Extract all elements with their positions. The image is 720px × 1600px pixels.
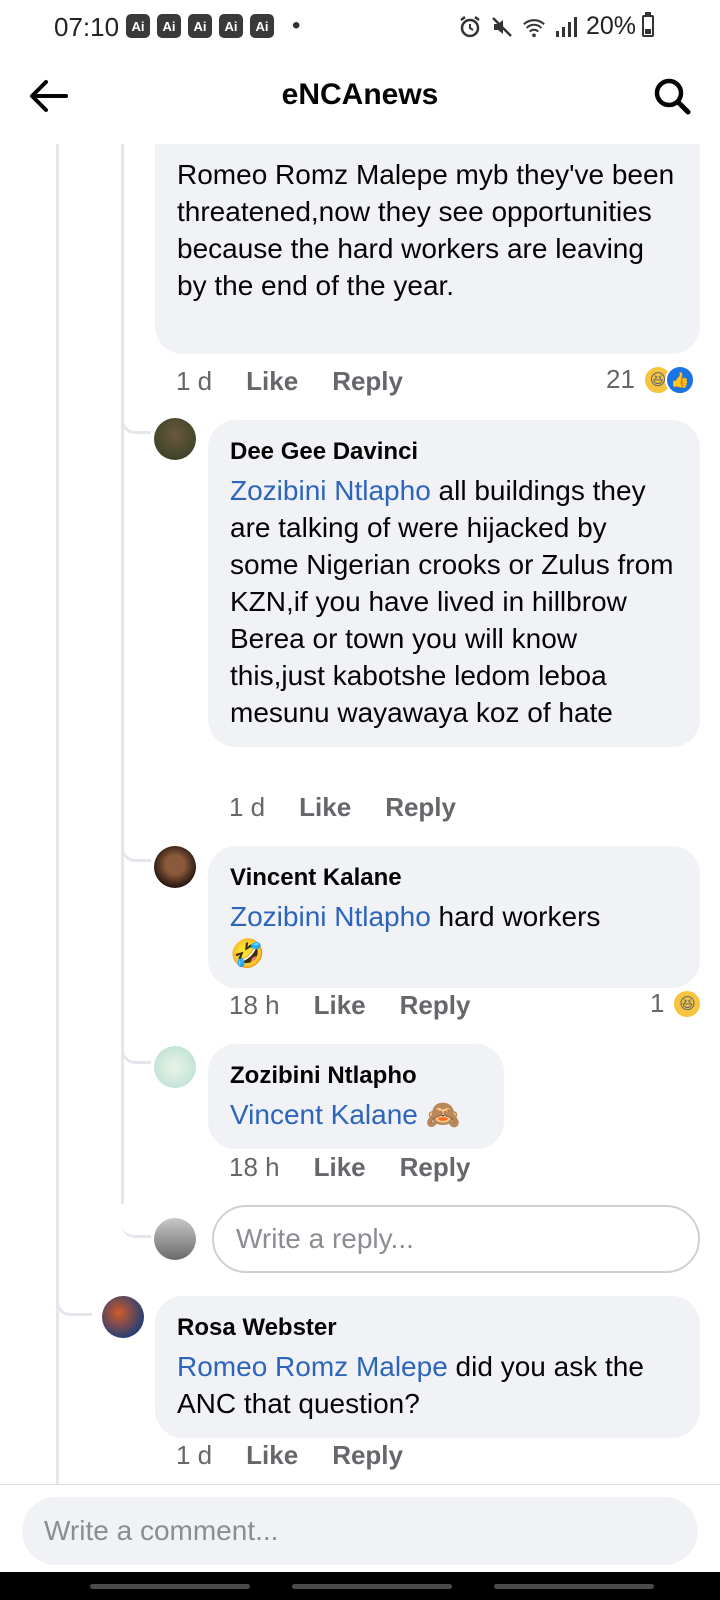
battery-percent: 20% (585, 12, 636, 40)
reaction-summary[interactable]: 21 😆 👍 (606, 364, 695, 395)
comment-time: 18 h (229, 990, 280, 1020)
rofl-emoji: 🤣 (230, 938, 265, 969)
alarm-icon (458, 15, 482, 39)
reply-button[interactable]: Reply (332, 366, 403, 397)
battery-icon (642, 15, 654, 37)
comment-text: Zozibini Ntlapho all buildings they are … (230, 472, 678, 731)
app-header: eNCAnews (0, 56, 720, 144)
like-button[interactable]: Like (314, 1152, 366, 1183)
mention-link[interactable]: Romeo Romz Malepe (177, 1351, 448, 1382)
thread-connector (121, 836, 151, 862)
mention-link[interactable]: Zozibini Ntlapho (230, 901, 431, 932)
comment-bubble[interactable]: Dee Gee Davinci Zozibini Ntlapho all bui… (208, 420, 700, 747)
page-title: eNCAnews (281, 78, 439, 111)
thread-line-outer (56, 144, 59, 1484)
avatar[interactable] (154, 846, 196, 888)
avatar[interactable] (154, 418, 196, 460)
ai-badge: Ai (250, 14, 274, 38)
nav-home[interactable] (292, 1584, 452, 1589)
signal-icon (554, 15, 578, 39)
like-button[interactable]: Like (299, 792, 351, 823)
comment-body: hard workers (430, 901, 601, 932)
search-button[interactable] (650, 74, 694, 118)
status-icons: 20% (458, 12, 658, 41)
ai-badge: Ai (126, 14, 150, 38)
notification-dot: • (292, 12, 301, 39)
status-time: 07:10 (54, 12, 120, 42)
comment-bubble[interactable]: Rosa Webster Romeo Romz Malepe did you a… (155, 1296, 700, 1438)
reply-button[interactable]: Reply (385, 792, 456, 823)
comment-composer: Write a comment... (0, 1484, 720, 1600)
reply-placeholder: Write a reply... (236, 1223, 414, 1254)
comment-actions: 18 h Like Reply (229, 1152, 470, 1183)
mention-link[interactable]: Vincent Kalane (230, 1099, 418, 1130)
reply-button[interactable]: Reply (400, 990, 471, 1021)
thread-connector (121, 1200, 151, 1238)
search-icon (654, 78, 691, 115)
mention-link[interactable]: Zozibini Ntlapho (230, 475, 431, 506)
thread-connector (121, 408, 151, 434)
current-user-avatar (154, 1218, 196, 1260)
ai-badge: Ai (219, 14, 243, 38)
ai-badge: Ai (188, 14, 212, 38)
comment-text: Vincent Kalane 🙈 (230, 1096, 482, 1133)
thread-connector (121, 1038, 151, 1064)
comment-actions: 1 d Like Reply (176, 1440, 403, 1471)
reaction-summary[interactable]: 1 😆 (650, 988, 703, 1019)
reply-button[interactable]: Reply (400, 1152, 471, 1183)
comment-author[interactable]: Zozibini Ntlapho (230, 1062, 482, 1090)
mute-icon (490, 15, 514, 39)
thread-connector (56, 1290, 92, 1316)
comment-actions: 1 d Like Reply (229, 792, 456, 823)
comment-author[interactable]: Rosa Webster (177, 1314, 678, 1342)
comment-bubble[interactable]: Zozibini Ntlapho Vincent Kalane 🙈 (208, 1044, 504, 1149)
comment-bubble[interactable]: Vincent Kalane Zozibini Ntlapho hard wor… (208, 846, 700, 988)
comment-bubble[interactable]: Romeo Romz Malepe myb they've been threa… (155, 112, 700, 354)
avatar[interactable] (102, 1296, 144, 1338)
comment-time: 1 d (176, 1440, 213, 1470)
wifi-icon (522, 15, 546, 39)
haha-icon: 😆 (672, 988, 703, 1019)
comment-text: Romeo Romz Malepe did you ask the ANC th… (177, 1348, 678, 1422)
avatar[interactable] (154, 1046, 196, 1088)
like-button[interactable]: Like (246, 1440, 298, 1471)
comment-author[interactable]: Vincent Kalane (230, 864, 678, 892)
comment-text: Romeo Romz Malepe myb they've been threa… (177, 159, 675, 301)
comment-input[interactable]: Write a comment... (22, 1497, 698, 1565)
like-button[interactable]: Like (246, 366, 298, 397)
comment-time: 1 d (229, 792, 266, 822)
like-button[interactable]: Like (314, 990, 366, 1021)
comment-author[interactable]: Dee Gee Davinci (230, 438, 678, 466)
reaction-count: 21 (606, 364, 635, 394)
system-nav-bar (0, 1572, 720, 1600)
nav-back[interactable] (494, 1584, 654, 1589)
comment-placeholder: Write a comment... (44, 1515, 279, 1546)
reply-input[interactable]: Write a reply... (212, 1205, 700, 1273)
reaction-count: 1 (650, 988, 665, 1018)
reply-button[interactable]: Reply (332, 1440, 403, 1471)
see-no-evil-emoji: 🙈 (425, 1099, 461, 1130)
ai-badge: Ai (157, 14, 181, 38)
comment-time: 1 d (176, 366, 213, 396)
thumbs-up-icon: 👍 (664, 364, 695, 395)
status-bar: 07:10 Ai Ai Ai Ai Ai • 20% (0, 0, 720, 56)
comment-text: Zozibini Ntlapho hard workers 🤣 (230, 898, 678, 972)
comment-actions: 1 d Like Reply (176, 366, 403, 397)
ai-badges: Ai Ai Ai Ai Ai (126, 14, 274, 38)
nav-recent[interactable] (90, 1584, 250, 1589)
comment-actions: 18 h Like Reply (229, 990, 470, 1021)
comment-body: all buildings they are talking of were h… (230, 475, 674, 728)
comment-time: 18 h (229, 1152, 280, 1182)
